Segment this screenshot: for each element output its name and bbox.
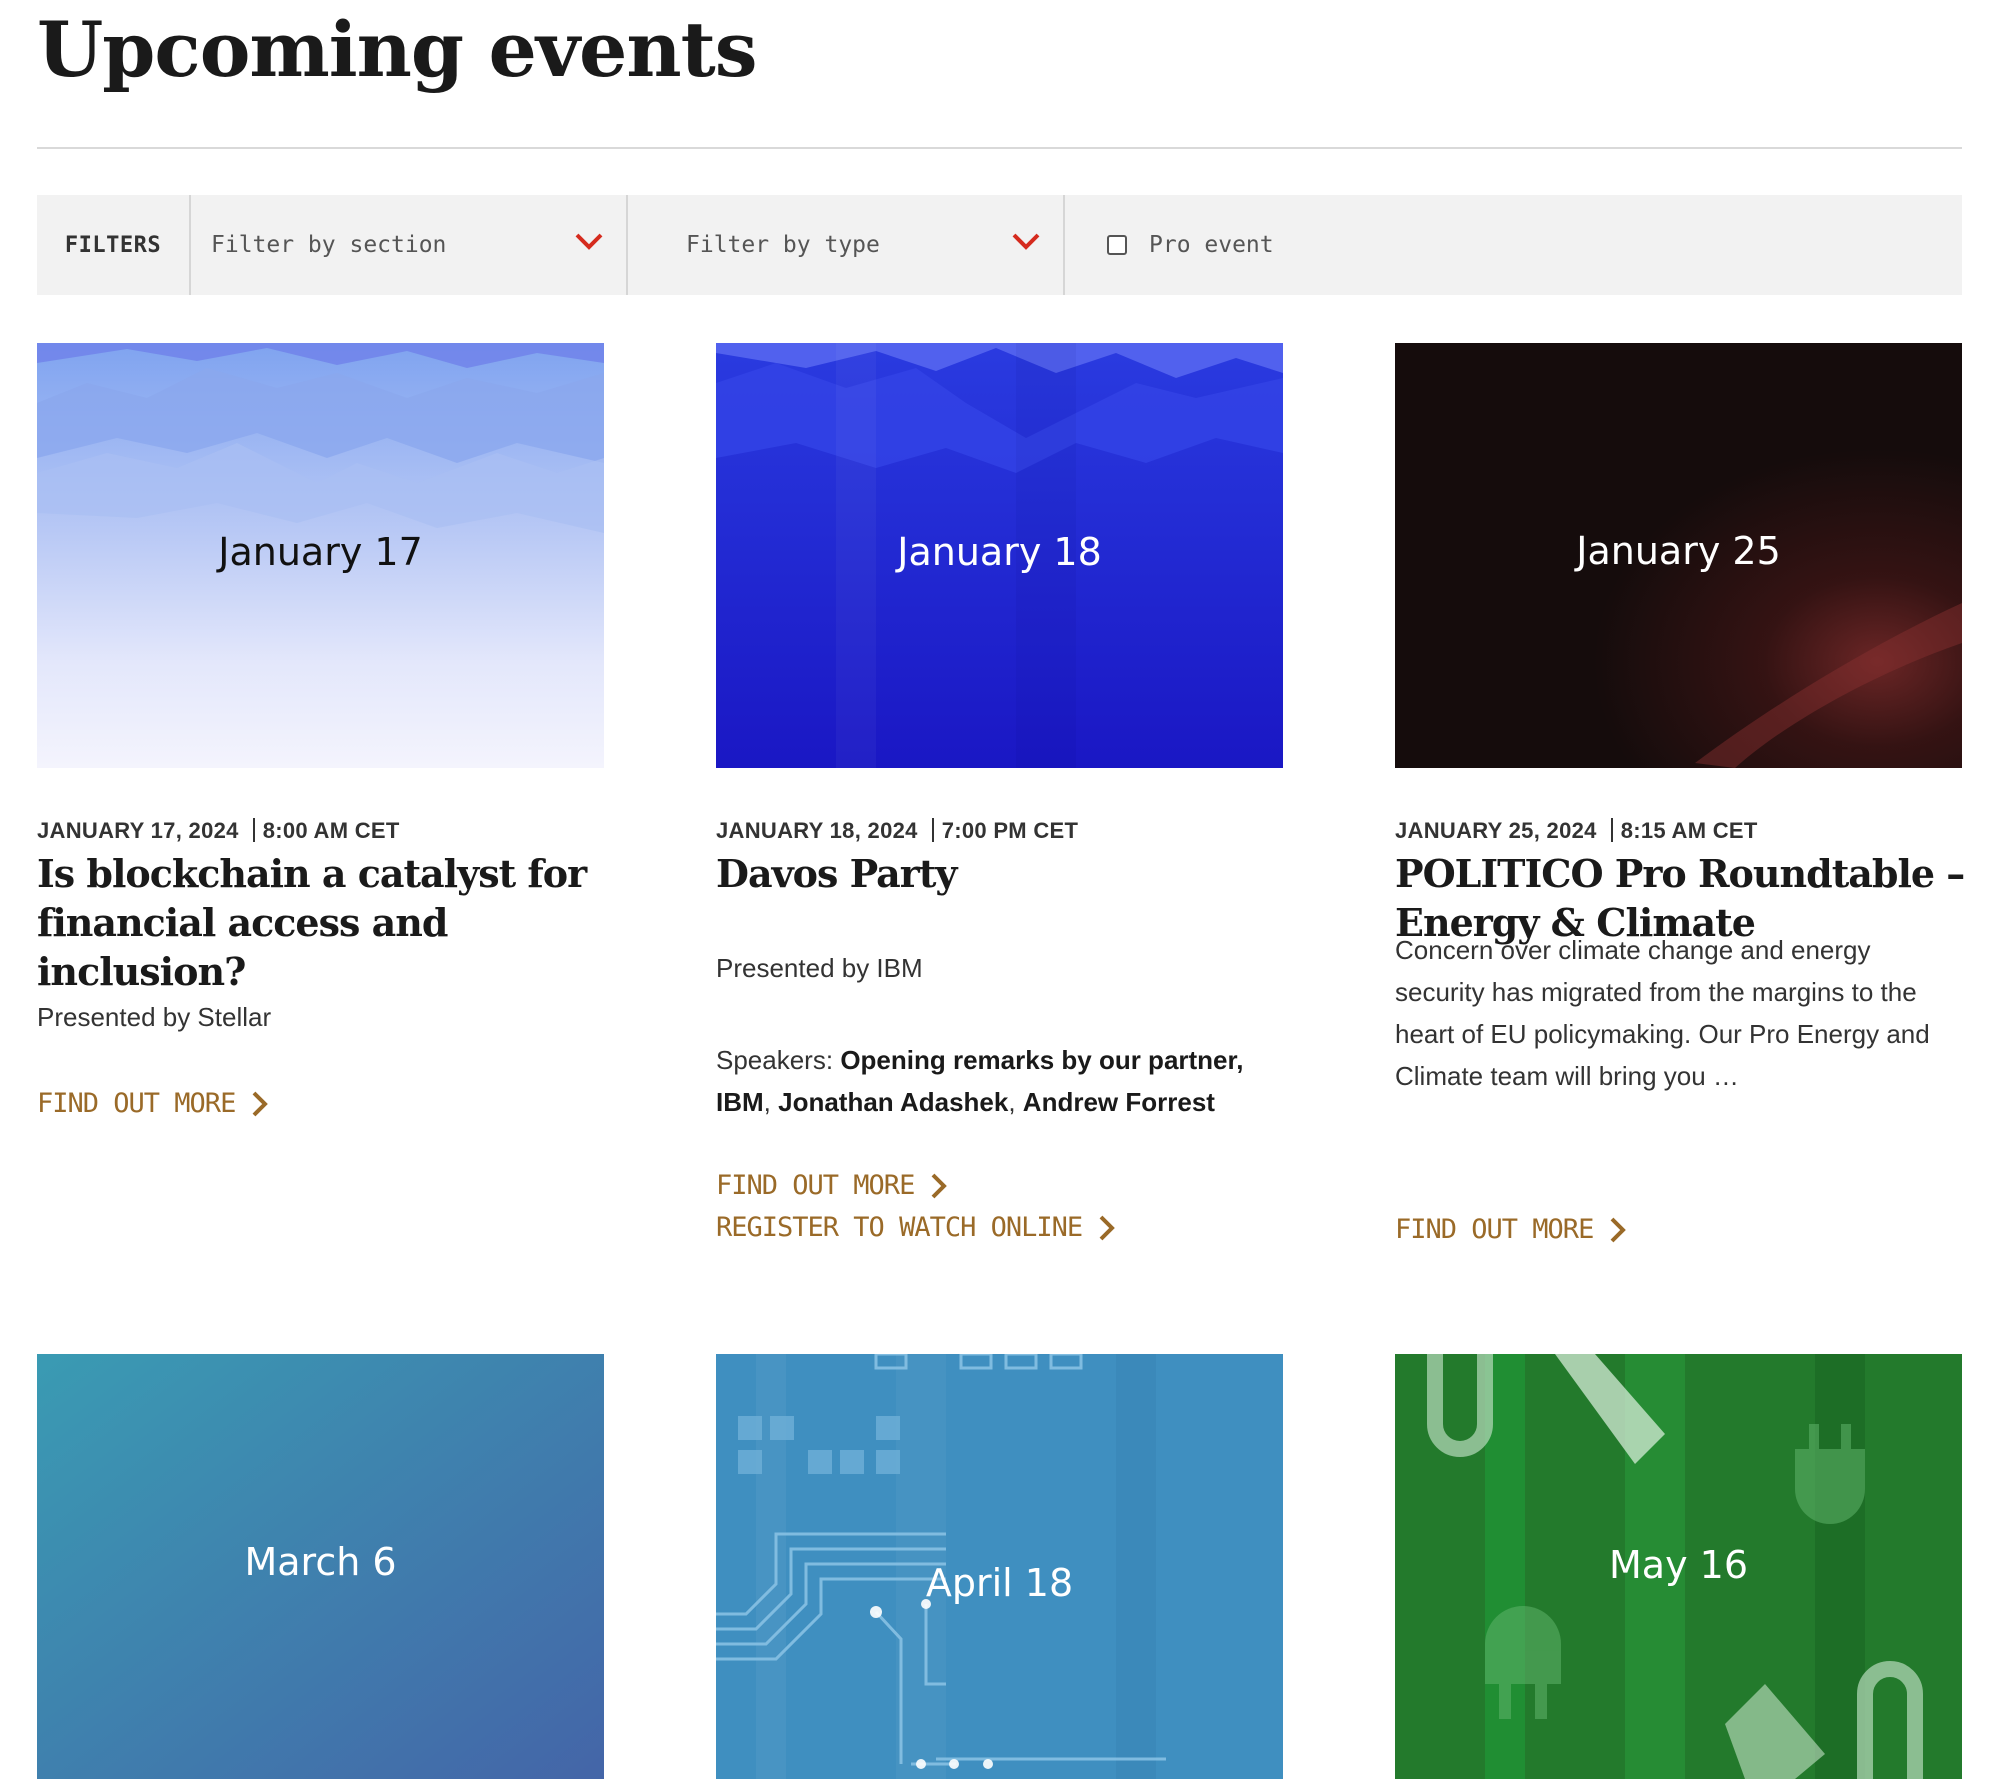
event-time: 7:00 PM CET: [941, 818, 1079, 843]
event-card: January 17 JANUARY 17, 2024 8:00 AM CET I…: [37, 343, 604, 1119]
event-speakers: Speakers: Opening remarks by our partner…: [716, 1045, 1244, 1117]
thumbnail-date: January 25: [1576, 529, 1781, 573]
chevron-right-icon: [252, 1091, 269, 1116]
event-datetime: JANUARY 18, 2024 7:00 PM CET: [716, 818, 1078, 844]
speakers-label: Speakers:: [716, 1045, 834, 1075]
find-out-more-label: FIND OUT MORE: [1395, 1214, 1594, 1245]
event-presenter: Presented by IBM: [716, 953, 923, 983]
event-thumbnail[interactable]: January 17: [37, 343, 604, 768]
event-presenter: Presented by Stellar: [37, 1002, 272, 1032]
speaker: Andrew Forrest: [1022, 1087, 1215, 1117]
event-card: January 25 JANUARY 25, 2024 8:15 AM CET P…: [1395, 343, 1965, 1245]
event-thumbnail[interactable]: May 16: [1395, 1354, 1962, 1779]
event-title[interactable]: Is blockchain a catalyst for financial a…: [37, 849, 617, 996]
event-card: March 6: [37, 1354, 604, 1779]
find-out-more-link[interactable]: FIND OUT MORE: [1395, 1214, 1627, 1245]
event-datetime: JANUARY 17, 2024 8:00 AM CET: [37, 818, 400, 844]
filter-by-section-placeholder: Filter by section: [211, 232, 447, 258]
filters-bar: FILTERS Filter by section Filter by type…: [37, 195, 1962, 295]
chevron-right-icon: [931, 1173, 948, 1198]
speaker: Jonathan Adashek: [778, 1087, 1009, 1117]
thumbnail-date: January 17: [218, 530, 423, 574]
event-card: April 18: [716, 1354, 1283, 1779]
event-time: 8:15 AM CET: [1620, 818, 1758, 843]
thumbnail-date: April 18: [925, 1561, 1074, 1605]
event-description: Concern over climate change and energy s…: [1395, 935, 1930, 1091]
thumbnail-date: March 6: [244, 1540, 397, 1584]
filter-by-type-select[interactable]: Filter by type: [628, 195, 1065, 295]
page-title: Upcoming events: [37, 5, 758, 94]
filter-by-type-placeholder: Filter by type: [686, 232, 880, 258]
filter-by-section-select[interactable]: Filter by section: [191, 195, 628, 295]
event-datetime: JANUARY 25, 2024 8:15 AM CET: [1395, 818, 1758, 844]
thumbnail-date: May 16: [1609, 1543, 1748, 1587]
event-thumbnail[interactable]: January 25: [1395, 343, 1962, 768]
pro-event-label: Pro event: [1149, 232, 1274, 258]
title-divider: [37, 147, 1962, 149]
pro-event-filter[interactable]: Pro event: [1065, 195, 1274, 295]
event-title[interactable]: Davos Party: [716, 849, 1296, 898]
find-out-more-label: FIND OUT MORE: [716, 1170, 915, 1201]
event-date: JANUARY 18, 2024: [716, 818, 918, 843]
event-thumbnail[interactable]: April 18: [716, 1354, 1283, 1779]
event-date: JANUARY 25, 2024: [1395, 818, 1597, 843]
chevron-right-icon: [1099, 1215, 1115, 1240]
filters-label: FILTERS: [37, 195, 191, 295]
find-out-more-label: FIND OUT MORE: [37, 1088, 236, 1119]
find-out-more-link[interactable]: FIND OUT MORE: [37, 1088, 269, 1119]
chevron-down-icon: [1012, 233, 1040, 250]
event-thumbnail[interactable]: March 6: [37, 1354, 604, 1779]
register-to-watch-link[interactable]: REGISTER TO WATCH ONLINE: [716, 1212, 1116, 1243]
register-label: REGISTER TO WATCH ONLINE: [716, 1212, 1083, 1243]
chevron-right-icon: [1610, 1217, 1627, 1242]
events-page: Upcoming events FILTERS Filter by sectio…: [0, 0, 2000, 1779]
event-card: May 16: [1395, 1354, 1962, 1779]
event-thumbnail[interactable]: January 18: [716, 343, 1283, 768]
event-date: JANUARY 17, 2024: [37, 818, 239, 843]
pro-event-checkbox[interactable]: [1107, 235, 1127, 255]
event-card: January 18 JANUARY 18, 2024 7:00 PM CET D…: [716, 343, 1283, 1243]
chevron-down-icon: [575, 233, 603, 250]
event-time: 8:00 AM CET: [262, 818, 400, 843]
thumbnail-date: January 18: [897, 530, 1102, 574]
find-out-more-link[interactable]: FIND OUT MORE: [716, 1170, 948, 1201]
